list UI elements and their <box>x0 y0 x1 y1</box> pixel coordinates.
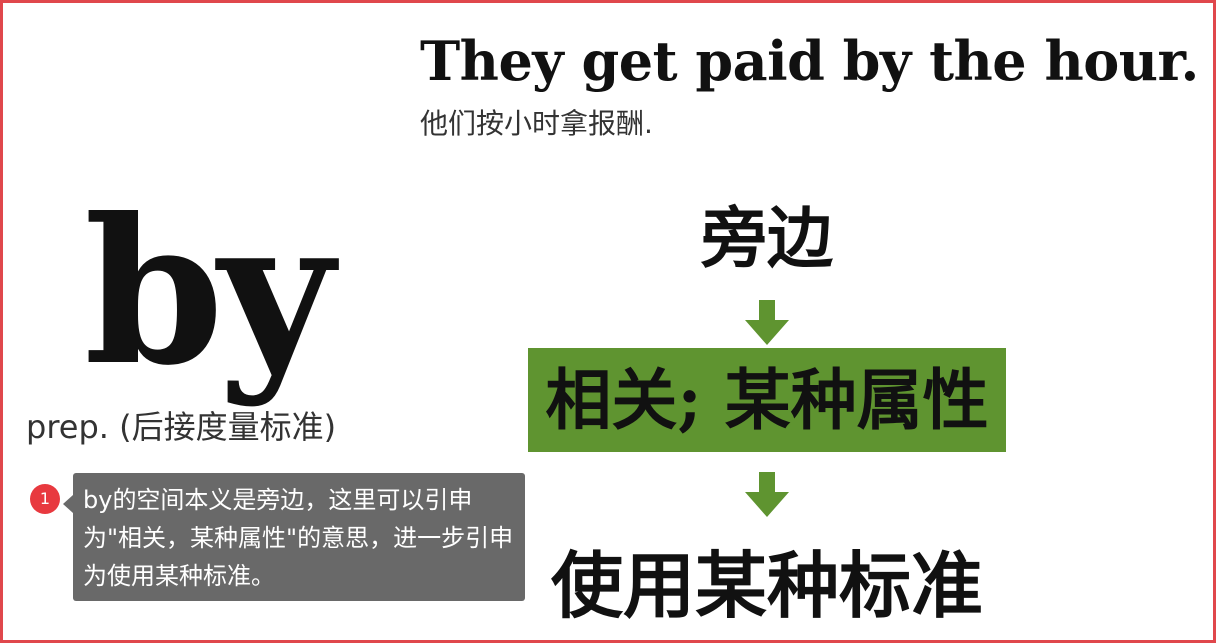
note-callout: by的空间本义是旁边，这里可以引申为"相关，某种属性"的意思，进一步引申为使用某… <box>63 473 525 601</box>
meaning-step-1: 旁边 <box>701 199 833 277</box>
part-of-speech: prep. (后接度量标准) <box>26 408 337 446</box>
down-arrow-icon <box>745 472 789 517</box>
meaning-step-2-highlight: 相关; 某种属性 <box>528 348 1006 452</box>
down-arrow-icon <box>745 300 789 345</box>
meaning-step-3: 使用某种标准 <box>550 543 983 628</box>
example-sentence-en: They get paid by the hour. <box>420 29 1199 93</box>
note-number-badge[interactable]: 1 <box>30 484 60 514</box>
example-sentence-zh: 他们按小时拿报酬. <box>420 107 653 140</box>
headword: by <box>84 175 334 410</box>
